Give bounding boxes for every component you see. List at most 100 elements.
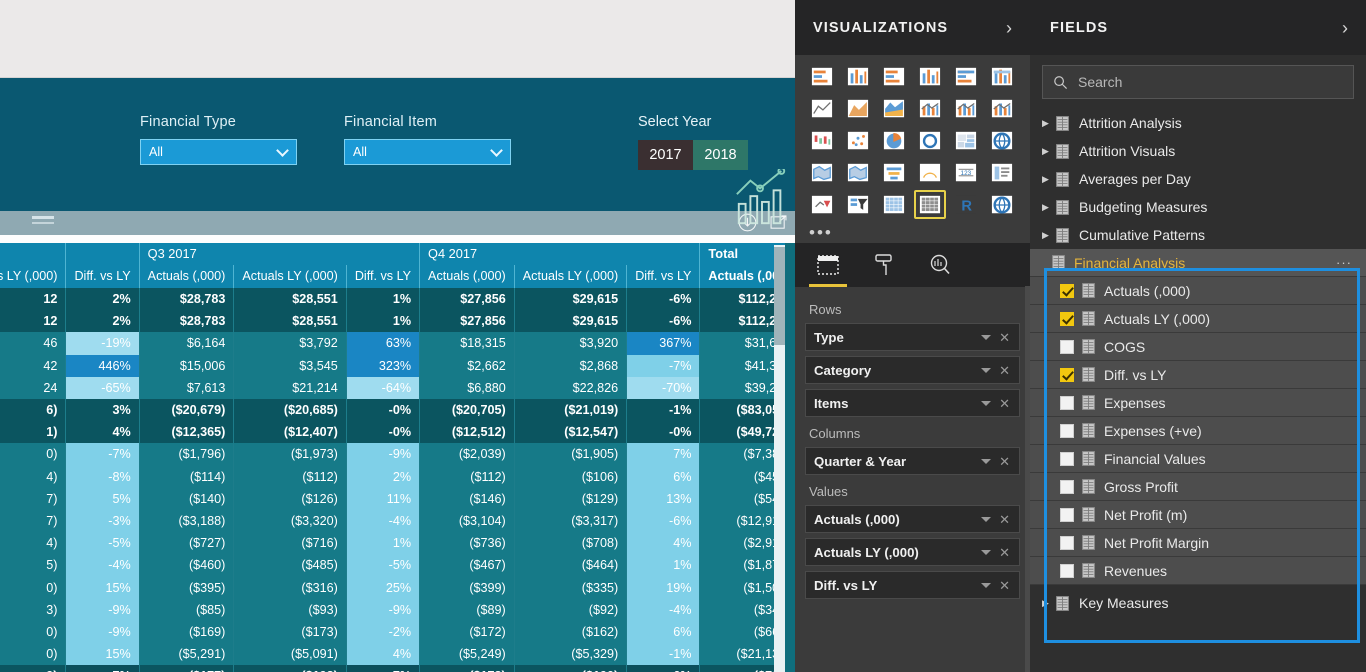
funnel-chart-icon[interactable] [879, 159, 909, 186]
fields-table-row[interactable]: ▶ Attrition Analysis [1030, 109, 1366, 137]
year-button-2017[interactable]: 2017 [638, 140, 693, 170]
table-row[interactable]: 24 -65% $7,613 $21,214 -64% $6,880 $22,826 -70%… [0, 376, 795, 400]
well-field-pill[interactable]: Actuals (,000) ✕ [805, 505, 1020, 533]
remove-field-icon[interactable]: ✕ [999, 397, 1010, 410]
expand-arrow-icon[interactable]: ▶ [1042, 202, 1056, 213]
gauge-chart-icon[interactable] [915, 159, 945, 186]
table-row[interactable]: 0) 15% ($5,291) ($5,091) 4% ($5,249) ($5,329) -… [0, 643, 795, 666]
year-button-2018[interactable]: 2018 [693, 140, 748, 170]
fields-measure-row[interactable]: Net Profit Margin [1030, 529, 1366, 557]
table-row[interactable]: 4) -5% ($727) ($716) 1% ($736) ($708) 4% ($2,913… [0, 532, 795, 555]
matrix-col-q4-diff[interactable]: Diff. vs LY [626, 265, 700, 288]
table-row[interactable]: 0) -7% ($1,796) ($1,973) -9% ($2,039) ($1,905)… [0, 443, 795, 466]
remove-field-icon[interactable]: ✕ [999, 364, 1010, 377]
table-row[interactable]: 7) 5% ($140) ($126) 11% ($146) ($129) 13% ($548) [0, 487, 795, 511]
table-row[interactable]: 3) -9% ($85) ($93) -9% ($89) ($92) -4% ($345) [0, 598, 795, 622]
stacked-bar-chart-icon[interactable] [807, 63, 837, 90]
matrix-col-q4-actuals[interactable]: Actuals (,000) [419, 265, 515, 288]
table-row[interactable]: 12 2% $28,783 $28,551 1% $27,856 $29,615 -6% $11… [0, 288, 795, 311]
expand-arrow-icon[interactable]: ▶ [1042, 118, 1056, 129]
fields-measure-row[interactable]: Gross Profit [1030, 473, 1366, 501]
fields-measure-row[interactable]: Revenues [1030, 557, 1366, 585]
well-field-pill[interactable]: Quarter & Year ✕ [805, 447, 1020, 475]
table-icon[interactable] [879, 191, 909, 218]
chevron-down-icon[interactable] [981, 334, 991, 340]
measure-checkbox[interactable] [1060, 311, 1074, 326]
arcgis-map-icon[interactable] [987, 191, 1017, 218]
measure-checkbox[interactable] [1060, 395, 1074, 410]
fields-table-row[interactable]: ▶ Key Measures [1030, 589, 1366, 617]
donut-chart-icon[interactable] [915, 127, 945, 154]
expand-arrow-icon[interactable]: ▶ [1042, 230, 1056, 241]
matrix-visual[interactable]: Q3 2017 Q4 2017 Total Actuals LY (,000) … [0, 243, 795, 672]
stacked-column-chart-icon[interactable] [843, 63, 873, 90]
line-stacked-column-chart-icon[interactable] [915, 95, 945, 122]
matrix-col-q3-diff[interactable]: Diff. vs LY [345, 265, 420, 288]
shape-map-icon[interactable] [843, 159, 873, 186]
table-row[interactable]: 6) 3% ($20,679) ($20,685) -0% ($20,705) ($21,0… [0, 399, 795, 422]
ribbon-chart-icon[interactable] [987, 95, 1017, 122]
fields-table-row[interactable]: ▶ Averages per Day [1030, 165, 1366, 193]
tab-fields[interactable] [809, 250, 847, 287]
well-field-pill[interactable]: Actuals LY (,000) ✕ [805, 538, 1020, 566]
table-row[interactable]: 1) 4% ($12,365) ($12,407) -0% ($12,512) ($12,5… [0, 421, 795, 444]
slicer-financial-item-dropdown[interactable]: All [344, 139, 511, 165]
table-row[interactable]: 0) 15% ($395) ($316) 25% ($399) ($335) 19% ($1,5… [0, 576, 795, 599]
treemap-icon[interactable] [951, 127, 981, 154]
fields-measure-row[interactable]: Actuals LY (,000) [1030, 305, 1366, 333]
fields-measure-row[interactable]: Expenses [1030, 389, 1366, 417]
expand-arrow-icon[interactable]: ▶ [1042, 146, 1056, 157]
matrix-col-q4-actuals-ly[interactable]: Actuals LY (,000) [513, 265, 627, 288]
area-chart-icon[interactable] [843, 95, 873, 122]
multi-row-card-icon[interactable] [987, 159, 1017, 186]
line-clustered-column-chart-icon[interactable] [951, 95, 981, 122]
measure-checkbox[interactable] [1060, 283, 1074, 298]
table-row[interactable]: 9)-7%($177)($192)-7%($178)($190)-6%($704… [0, 665, 795, 672]
table-row[interactable]: 4) -8% ($114) ($112) 2% ($112) ($106) 6% ($451) [0, 465, 795, 488]
matrix-vertical-scrollbar[interactable] [774, 245, 785, 672]
fields-search-box[interactable]: Search [1042, 65, 1354, 99]
chevron-down-icon[interactable] [981, 400, 991, 406]
slicer-icon[interactable] [843, 191, 873, 218]
well-field-pill[interactable]: Items ✕ [805, 389, 1020, 417]
remove-field-icon[interactable]: ✕ [999, 455, 1010, 468]
table-row[interactable]: 46 -19% $6,164 $3,792 63% $18,315 $3,920 367% $3… [0, 332, 795, 355]
slicer-financial-type[interactable]: Financial Type All [140, 114, 297, 165]
measure-checkbox[interactable] [1060, 563, 1074, 578]
table-row[interactable]: 0) -9% ($169) ($173) -2% ($172) ($162) 6% ($663) [0, 621, 795, 644]
waterfall-chart-icon[interactable] [807, 127, 837, 154]
chevron-down-icon[interactable] [981, 367, 991, 373]
expand-arrow-icon[interactable]: ▶ [1042, 174, 1056, 185]
fields-table-row[interactable]: ▶ Attrition Visuals [1030, 137, 1366, 165]
fields-measure-row[interactable]: Actuals (,000) [1030, 277, 1366, 305]
drag-handle-icon[interactable] [32, 216, 54, 219]
well-field-pill[interactable]: Category ✕ [805, 356, 1020, 384]
measure-checkbox[interactable] [1060, 367, 1074, 382]
tab-format[interactable] [867, 250, 901, 280]
map-icon[interactable] [987, 127, 1017, 154]
stacked-area-chart-icon[interactable] [879, 95, 909, 122]
matrix-col-q3-actuals-ly[interactable]: Actuals LY (,000) [233, 265, 347, 288]
measure-checkbox[interactable] [1060, 535, 1074, 550]
100-stacked-bar-chart-icon[interactable] [951, 63, 981, 90]
clustered-column-chart-icon[interactable] [915, 63, 945, 90]
expand-arrow-icon[interactable]: ▶ [1042, 598, 1056, 609]
well-field-pill[interactable]: Type ✕ [805, 323, 1020, 351]
remove-field-icon[interactable]: ✕ [999, 331, 1010, 344]
measure-checkbox[interactable] [1060, 423, 1074, 438]
matrix-col-diff-prev[interactable]: Diff. vs LY [65, 265, 140, 288]
clustered-bar-chart-icon[interactable] [879, 63, 909, 90]
matrix-scrollbar-thumb[interactable] [774, 247, 785, 345]
card-icon[interactable]: 123 [951, 159, 981, 186]
line-chart-icon[interactable] [807, 95, 837, 122]
ellipsis-icon[interactable]: ··· [1336, 255, 1352, 270]
measure-checkbox[interactable] [1060, 451, 1074, 466]
more-visuals-button[interactable]: ••• [795, 221, 1030, 243]
remove-field-icon[interactable]: ✕ [999, 546, 1010, 559]
slicer-financial-type-dropdown[interactable]: All [140, 139, 297, 165]
measure-checkbox[interactable] [1060, 507, 1074, 522]
chevron-down-icon[interactable] [981, 582, 991, 588]
chevron-down-icon[interactable] [981, 516, 991, 522]
fields-measure-row[interactable]: COGS [1030, 333, 1366, 361]
chevron-down-icon[interactable] [981, 458, 991, 464]
